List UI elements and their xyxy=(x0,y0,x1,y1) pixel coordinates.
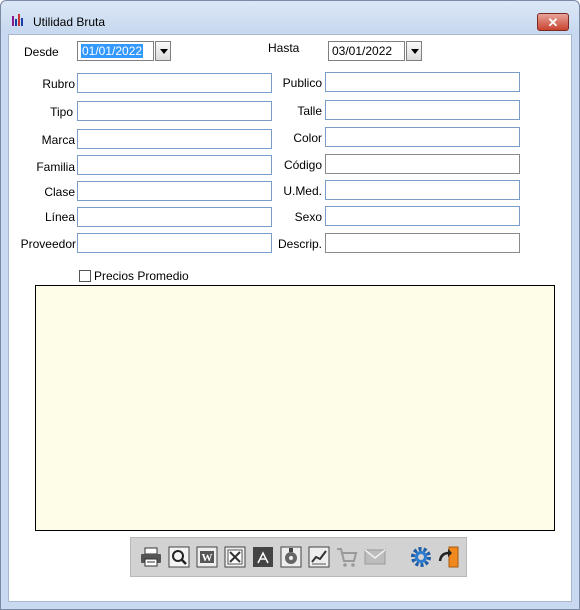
umed-input[interactable] xyxy=(325,180,520,200)
email-icon[interactable] xyxy=(363,545,387,569)
familia-label: Familia xyxy=(36,160,75,174)
window-title: Utilidad Bruta xyxy=(33,15,106,29)
cart-icon[interactable] xyxy=(335,545,359,569)
talle-input[interactable] xyxy=(325,100,520,120)
color-label: Color xyxy=(293,131,322,145)
linea-label: Línea xyxy=(44,210,75,224)
descrip-input[interactable] xyxy=(325,233,520,253)
action-toolbar: W xyxy=(130,537,467,577)
tipo-input[interactable] xyxy=(77,101,272,121)
precios-promedio-checkbox[interactable] xyxy=(79,270,91,282)
desde-label: Desde xyxy=(24,45,59,59)
hasta-label: Hasta xyxy=(268,41,300,55)
clase-label: Clase xyxy=(44,185,75,199)
hasta-date-input[interactable]: 03/01/2022 xyxy=(328,41,405,61)
disk-export-icon[interactable] xyxy=(279,545,303,569)
results-grid[interactable] xyxy=(35,285,555,531)
gear-icon[interactable] xyxy=(409,545,433,569)
printer-icon[interactable] xyxy=(139,545,163,569)
desde-date-value: 01/01/2022 xyxy=(81,44,144,58)
codigo-input[interactable] xyxy=(325,154,520,174)
pdf-export-icon[interactable] xyxy=(251,545,275,569)
exit-door-icon[interactable] xyxy=(437,545,461,569)
print-preview-icon[interactable] xyxy=(167,545,191,569)
close-button[interactable]: ✕ xyxy=(537,13,569,31)
tipo-label: Tipo xyxy=(50,105,73,119)
marca-label: Marca xyxy=(41,133,75,147)
desde-date-input[interactable]: 01/01/2022 xyxy=(77,41,154,61)
sexo-input[interactable] xyxy=(325,206,520,226)
hasta-date-value: 03/01/2022 xyxy=(332,44,393,58)
marca-input[interactable] xyxy=(77,129,272,149)
clase-input[interactable] xyxy=(77,181,272,201)
word-export-icon[interactable]: W xyxy=(195,545,219,569)
svg-text:W: W xyxy=(202,552,213,564)
codigo-label: Código xyxy=(283,158,322,172)
sexo-label: Sexo xyxy=(294,210,322,224)
umed-label: U.Med. xyxy=(283,184,322,198)
desde-dropdown-button[interactable] xyxy=(155,41,171,61)
publico-label: Publico xyxy=(282,76,322,90)
title-bar[interactable]: Utilidad Bruta ✕ xyxy=(1,1,579,35)
familia-input[interactable] xyxy=(77,155,272,175)
proveedor-label: Proveedor xyxy=(20,237,76,251)
rubro-label: Rubro xyxy=(42,77,75,91)
proveedor-input[interactable] xyxy=(77,233,272,253)
rubro-input[interactable] xyxy=(77,73,272,93)
precios-promedio-label[interactable]: Precios Promedio xyxy=(94,269,189,283)
chart-icon[interactable] xyxy=(307,545,331,569)
excel-export-icon[interactable] xyxy=(223,545,247,569)
hasta-dropdown-button[interactable] xyxy=(406,41,422,61)
bar-chart-icon xyxy=(12,14,23,26)
close-icon: ✕ xyxy=(547,15,559,30)
talle-label: Talle xyxy=(297,104,322,118)
linea-input[interactable] xyxy=(77,207,272,227)
color-input[interactable] xyxy=(325,127,520,147)
descrip-label: Descrip. xyxy=(277,237,322,251)
publico-input[interactable] xyxy=(325,72,520,92)
